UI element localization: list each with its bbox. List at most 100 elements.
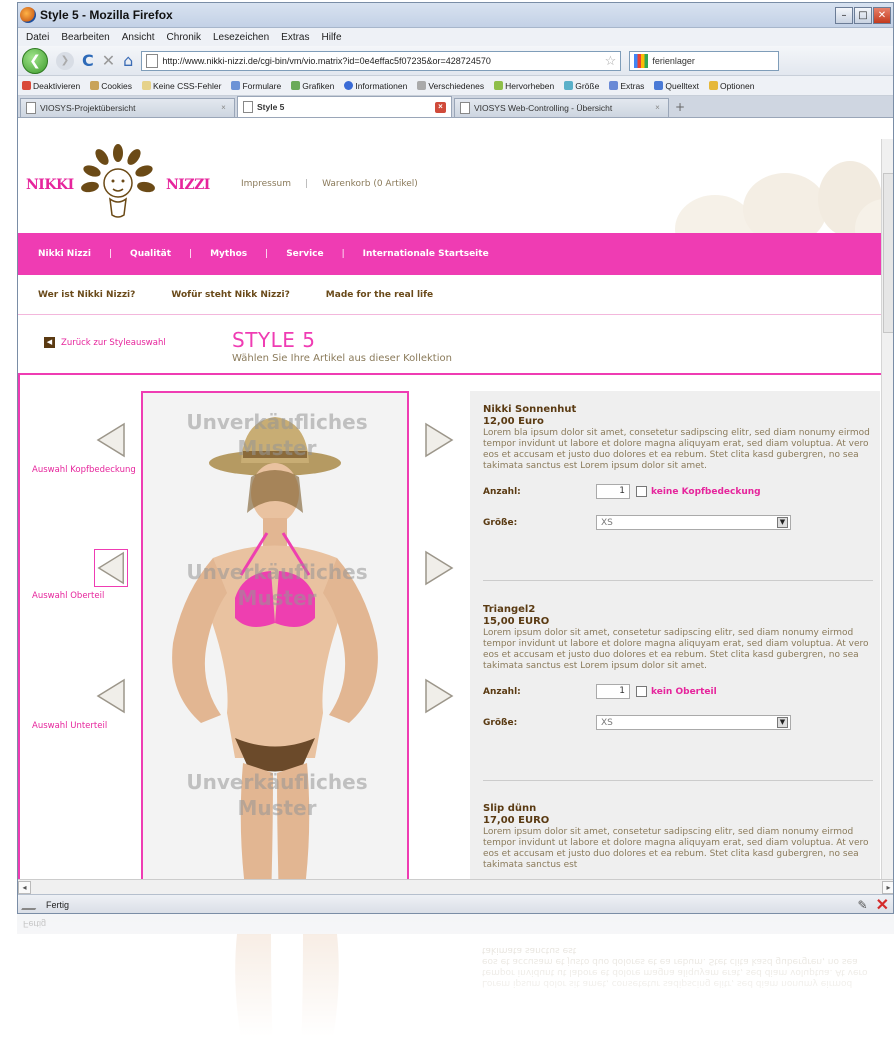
nav-service[interactable]: Service <box>286 249 323 259</box>
prev-top-button[interactable] <box>94 549 128 587</box>
watermark-text: Muster <box>237 796 317 820</box>
reflection-fade <box>17 914 894 1058</box>
subnav-made-for[interactable]: Made for the real life <box>326 290 433 300</box>
devbar-formulare[interactable]: Formulare <box>231 80 281 91</box>
prev-headwear-button[interactable] <box>94 421 128 459</box>
scrollbar-thumb[interactable] <box>883 173 893 333</box>
vertical-scrollbar[interactable] <box>881 139 893 879</box>
menu-bar: Datei Bearbeiten Ansicht Chronik Lesezei… <box>18 28 893 46</box>
page-icon <box>146 53 159 68</box>
devbar-css[interactable]: Keine CSS-Fehler <box>141 80 221 91</box>
tool-icon[interactable]: ✎ <box>858 898 868 912</box>
no-headwear-label[interactable]: keine Kopfbedeckung <box>651 487 761 497</box>
warenkorb-link[interactable]: Warenkorb (0 Artikel) <box>322 179 418 189</box>
right-arrow-icon <box>425 422 454 458</box>
menu-item-lesezeichen[interactable]: Lesezeichen <box>213 32 269 43</box>
back-to-style-selection-link[interactable]: ◀ Zurück zur Styleauswahl <box>44 337 166 348</box>
product-top: Triangel2 15,00 EURO Lorem ipsum dolor s… <box>483 604 873 730</box>
close-icon[interactable]: × <box>218 103 229 114</box>
menu-item-hilfe[interactable]: Hilfe <box>322 32 342 43</box>
product-price: 12,00 Euro <box>483 416 544 427</box>
close-icon[interactable]: ✕ <box>876 895 889 914</box>
select-top-label[interactable]: Auswahl Oberteil <box>32 591 104 602</box>
devbar-cookies[interactable]: Cookies <box>90 80 132 91</box>
menu-item-bearbeiten[interactable]: Bearbeiten <box>61 32 109 43</box>
subnav-wofuer-steht[interactable]: Wofür steht Nikk Nizzi? <box>171 290 289 300</box>
close-icon[interactable]: × <box>652 103 663 114</box>
product-description: Lorem ipsum dolor sit amet, consetetur s… <box>483 827 869 870</box>
scroll-left-icon[interactable]: ◂ <box>18 880 31 894</box>
devbar-quelltext[interactable]: Quelltext <box>654 80 699 91</box>
home-icon[interactable]: ⌂ <box>123 51 133 70</box>
devbar-extras[interactable]: Extras <box>609 80 644 91</box>
search-input[interactable]: ferienlager <box>629 50 780 71</box>
separator: | <box>341 249 345 259</box>
impressum-link[interactable]: Impressum <box>241 179 291 189</box>
devbar-informationen[interactable]: Informationen <box>344 80 407 91</box>
nav-mythos[interactable]: Mythos <box>210 249 247 259</box>
prev-bottom-button[interactable] <box>94 677 128 715</box>
forward-arrow-icon[interactable]: ❯ <box>56 51 74 70</box>
menu-item-datei[interactable]: Datei <box>26 32 49 43</box>
subnav-wer-ist[interactable]: Wer ist Nikki Nizzi? <box>38 290 135 300</box>
no-top-label[interactable]: kein Oberteil <box>651 687 717 697</box>
nav-internationale-startseite[interactable]: Internationale Startseite <box>363 249 489 259</box>
devbar-grafiken[interactable]: Grafiken <box>291 80 334 91</box>
minimize-button[interactable]: – <box>835 6 853 24</box>
divider <box>483 580 873 581</box>
quantity-label: Anzahl: <box>483 686 521 697</box>
url-bar[interactable]: http://www.nikki-nizzi.de/cgi-bin/vm/vio… <box>141 50 622 71</box>
resize-grip-icon <box>21 899 41 910</box>
next-bottom-button[interactable] <box>422 677 456 715</box>
quantity-label: Anzahl: <box>483 486 521 497</box>
web-developer-toolbar: Deaktivieren Cookies Keine CSS-Fehler Fo… <box>18 76 893 96</box>
google-icon <box>634 53 649 68</box>
devbar-deaktivieren[interactable]: Deaktivieren <box>22 80 80 91</box>
tab-viosys-projekt[interactable]: VIOSYS-Projektübersicht × <box>20 98 235 117</box>
reload-icon[interactable]: C <box>82 51 94 70</box>
size-select[interactable]: XS ▼ <box>596 515 791 530</box>
next-headwear-button[interactable] <box>422 421 456 459</box>
left-arrow-icon <box>96 422 125 458</box>
menu-item-ansicht[interactable]: Ansicht <box>122 32 155 43</box>
devbar-groesse[interactable]: Größe <box>564 80 599 91</box>
separator: | <box>109 249 113 259</box>
watermark-text: Muster <box>237 436 317 460</box>
tab-viosys-controlling[interactable]: VIOSYS Web-Controlling - Übersicht × <box>454 98 669 117</box>
watermark-text: Unverkäufliches <box>186 770 368 794</box>
back-link-label: Zurück zur Styleauswahl <box>61 337 166 348</box>
size-label: Größe: <box>483 717 518 728</box>
stop-icon[interactable]: ✕ <box>102 51 115 70</box>
quantity-input[interactable]: 1 <box>596 484 630 499</box>
left-arrow-icon <box>96 678 125 714</box>
horizontal-scrollbar[interactable]: ◂ ▸ <box>18 879 893 894</box>
devbar-verschiedenes[interactable]: Verschiedenes <box>417 80 484 91</box>
bookmark-star-icon[interactable]: ☆ <box>605 53 617 69</box>
quantity-input[interactable]: 1 <box>596 684 630 699</box>
main-navigation: Nikki Nizzi | Qualität | Mythos | Servic… <box>18 233 893 275</box>
size-row: Größe: XS ▼ <box>483 715 873 730</box>
nav-nikki-nizzi[interactable]: Nikki Nizzi <box>38 249 91 259</box>
next-top-button[interactable] <box>422 549 456 587</box>
tab-style-5[interactable]: Style 5 × <box>237 96 452 117</box>
back-arrow-icon[interactable]: ❮ <box>22 47 48 74</box>
new-tab-button[interactable]: + <box>671 100 689 117</box>
menu-item-extras[interactable]: Extras <box>281 32 309 43</box>
no-top-checkbox[interactable] <box>636 686 647 697</box>
devbar-hervorheben[interactable]: Hervorheben <box>494 80 554 91</box>
right-arrow-icon <box>425 550 454 586</box>
separator: | <box>189 249 193 259</box>
scroll-right-icon[interactable]: ▸ <box>882 880 893 894</box>
close-icon[interactable]: × <box>435 101 446 113</box>
nikki-nizzi-logo[interactable]: NIKKI NIZZI <box>26 139 216 231</box>
devbar-optionen[interactable]: Optionen <box>708 80 754 91</box>
close-window-button[interactable]: ✕ <box>873 6 891 24</box>
firefox-icon <box>20 7 36 23</box>
maximize-button[interactable]: □ <box>854 6 872 24</box>
no-headwear-checkbox[interactable] <box>636 486 647 497</box>
select-bottom-label[interactable]: Auswahl Unterteil <box>32 721 107 732</box>
size-select[interactable]: XS ▼ <box>596 715 791 730</box>
menu-item-chronik[interactable]: Chronik <box>167 32 201 43</box>
select-headwear-label[interactable]: Auswahl Kopfbedeckung <box>32 465 136 476</box>
nav-qualitaet[interactable]: Qualität <box>130 249 171 259</box>
